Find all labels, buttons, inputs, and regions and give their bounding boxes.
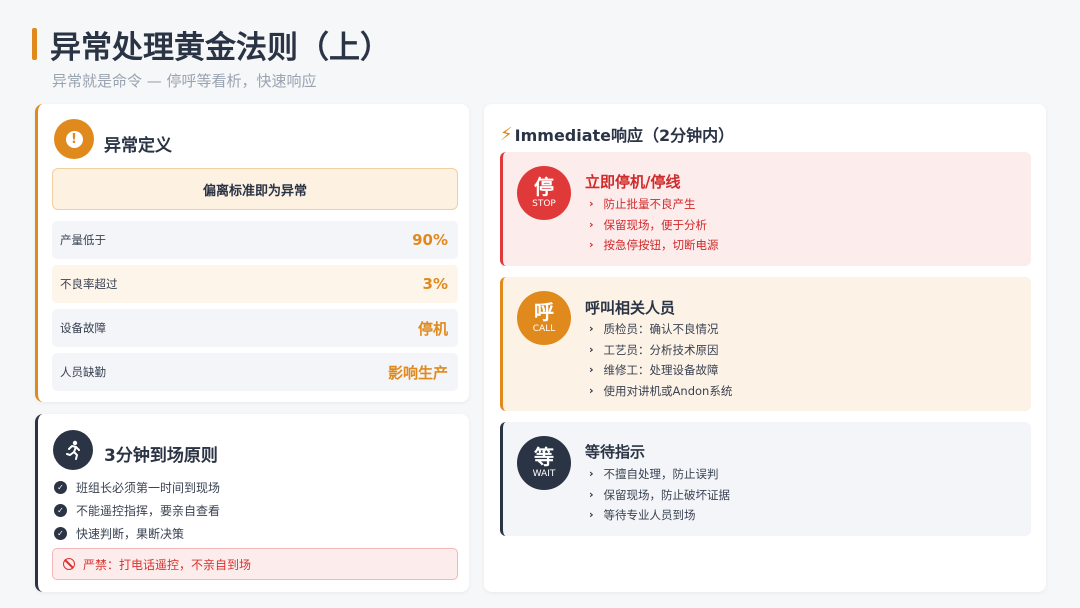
immediate-response-card: ⚡ Immediate响应（2分钟内） 停 STOP 立即停机/停线 › 防止批量… (484, 104, 1046, 592)
immediate-heading: ⚡ Immediate响应（2分钟内） (500, 122, 734, 146)
wait-title: 等待指示 (585, 443, 646, 461)
row-value: 90% (412, 231, 448, 249)
chevron-right-icon: › (589, 363, 594, 377)
row-label: 不良率超过 (60, 277, 118, 291)
rule-item: ✓ 快速判断，果断决策 (54, 525, 184, 542)
warning-text: 严禁：打电话遥控，不亲自到场 (83, 557, 252, 572)
row-label: 人员缺勤 (60, 365, 106, 379)
ban-icon (63, 558, 75, 570)
page-title: 异常处理黄金法则（上） (50, 30, 391, 66)
row-value: 3% (422, 275, 448, 293)
chevron-right-icon: › (589, 342, 594, 356)
wait-list: › 不擅自处理，防止误判 › 保留现场，防止破坏证据 › 等待专业人员到场 (589, 464, 730, 526)
running-person-icon (53, 430, 93, 470)
chevron-right-icon: › (589, 508, 594, 522)
chevron-right-icon: › (589, 383, 594, 397)
lightning-icon: ⚡ (500, 123, 513, 145)
check-icon: ✓ (54, 504, 67, 517)
wait-block: 等 WAIT 等待指示 › 不擅自处理，防止误判 › 保留现场，防止破坏证据 › 等待… (500, 422, 1031, 536)
definition-row: 设备故障 停机 (52, 309, 458, 347)
list-item: › 维修工：处理设备故障 (589, 360, 732, 381)
check-icon: ✓ (54, 527, 67, 540)
chevron-right-icon: › (589, 467, 594, 481)
three-minute-card: 3分钟到场原则 ✓ 班组长必须第一时间到现场 ✓ 不能遥控指挥，要亲自查看 ✓ … (35, 414, 469, 592)
list-item: › 等待专业人员到场 (589, 505, 730, 526)
title-accent-bar (32, 28, 37, 60)
call-title: 呼叫相关人员 (585, 299, 676, 317)
alert-icon: ! (54, 119, 94, 159)
chevron-right-icon: › (589, 322, 594, 336)
row-label: 产量低于 (60, 233, 106, 247)
list-item: › 工艺员：分析技术原因 (589, 340, 732, 361)
stop-title: 立即停机/停线 (585, 173, 681, 191)
call-block: 呼 CALL 呼叫相关人员 › 质检员：确认不良情况 › 工艺员：分析技术原因 › 维… (500, 277, 1031, 411)
row-value: 停机 (417, 319, 448, 338)
list-item: › 保留现场，防止破坏证据 (589, 485, 730, 506)
definition-row: 人员缺勤 影响生产 (52, 353, 458, 391)
stop-badge: 停 STOP (517, 166, 571, 220)
immediate-title: Immediate响应（2分钟内） (514, 126, 735, 145)
list-item: › 保留现场，便于分析 (589, 215, 719, 236)
wait-badge: 等 WAIT (517, 436, 571, 490)
call-badge: 呼 CALL (517, 291, 571, 345)
stop-block: 停 STOP 立即停机/停线 › 防止批量不良产生 › 保留现场，便于分析 › 按急停… (500, 152, 1031, 266)
list-item: › 质检员：确认不良情况 (589, 319, 732, 340)
page-subtitle: 异常就是命令 — 停呼等看析，快速响应 (52, 72, 317, 90)
definition-highlight: 偏离标准即为异常 (52, 168, 458, 210)
row-label: 设备故障 (60, 321, 106, 335)
definition-card: ! 异常定义 偏离标准即为异常 产量低于 90% 不良率超过 3% 设备故障 停… (35, 104, 469, 402)
definition-row: 不良率超过 3% (52, 265, 458, 303)
call-list: › 质检员：确认不良情况 › 工艺员：分析技术原因 › 维修工：处理设备故障 › 使用对… (589, 319, 732, 401)
chevron-right-icon: › (589, 238, 594, 252)
rule-item: ✓ 班组长必须第一时间到现场 (54, 479, 220, 496)
row-value: 影响生产 (387, 363, 448, 382)
chevron-right-icon: › (589, 197, 594, 211)
prohibition-warning: 严禁：打电话遥控，不亲自到场 (52, 548, 458, 580)
rule-item: ✓ 不能遥控指挥，要亲自查看 (54, 502, 220, 519)
three-minute-title: 3分钟到场原则 (104, 446, 218, 466)
list-item: › 使用对讲机或Andon系统 (589, 381, 732, 402)
check-icon: ✓ (54, 481, 67, 494)
chevron-right-icon: › (589, 217, 594, 231)
list-item: › 防止批量不良产生 (589, 194, 719, 215)
list-item: › 不擅自处理，防止误判 (589, 464, 730, 485)
chevron-right-icon: › (589, 487, 594, 501)
definition-title: 异常定义 (104, 136, 172, 156)
definition-row: 产量低于 90% (52, 221, 458, 259)
list-item: › 按急停按钮，切断电源 (589, 235, 719, 256)
stop-list: › 防止批量不良产生 › 保留现场，便于分析 › 按急停按钮，切断电源 (589, 194, 719, 256)
